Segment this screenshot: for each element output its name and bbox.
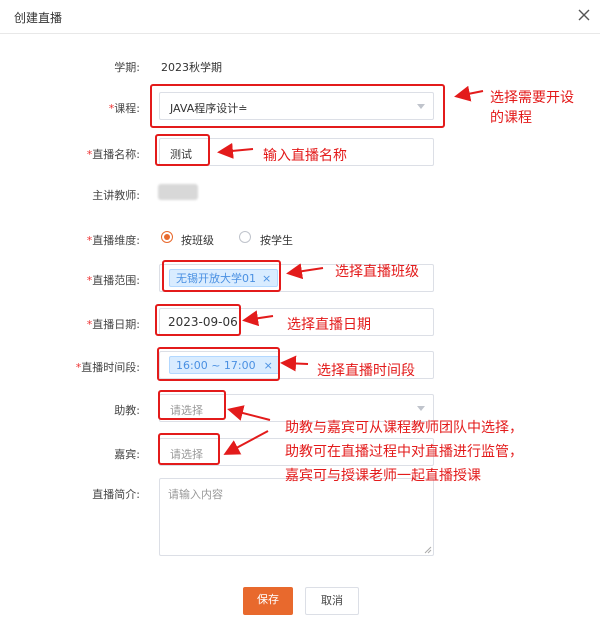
highlight-course [150, 84, 445, 128]
term-label: 学期: [114, 61, 140, 74]
guest-label: 嘉宾: [114, 448, 140, 461]
highlight-name [155, 134, 210, 166]
dialog-title: 创建直播 [14, 11, 63, 25]
annotation-course-1: 选择需要开设 [490, 90, 574, 106]
name-label: *直播名称: [86, 148, 140, 161]
annotation-course-2: 的课程 [490, 110, 532, 126]
arrow-course [454, 85, 484, 102]
radio-by-class-label: 按班级 [181, 234, 214, 247]
highlight-assistant [158, 390, 226, 420]
date-label: *直播日期: [86, 318, 140, 331]
time-label: *直播时间段: [75, 361, 140, 374]
annotation-date: 选择直播日期 [287, 317, 371, 333]
term-value: 2023秋学期 [161, 61, 222, 74]
teacher-label: 主讲教师: [92, 189, 140, 202]
close-icon[interactable] [576, 7, 592, 23]
avatar [158, 184, 198, 200]
highlight-date [155, 304, 241, 336]
highlight-time [157, 347, 280, 381]
dialog-header [0, 0, 600, 34]
highlight-guest [158, 433, 220, 465]
highlight-range [162, 260, 281, 292]
annotation-time: 选择直播时间段 [317, 363, 415, 379]
dimension-label: *直播维度: [86, 234, 140, 247]
range-label: *直播范围: [86, 274, 140, 287]
annotation-name: 输入直播名称 [263, 148, 347, 164]
radio-by-class[interactable] [161, 231, 173, 243]
cancel-button[interactable]: 取消 [305, 587, 359, 615]
annotation-staff-3: 嘉宾可与授课老师一起直播授课 [285, 468, 481, 484]
save-button[interactable]: 保存 [243, 587, 293, 615]
annotation-staff-1: 助教与嘉宾可从课程教师团队中选择， [285, 420, 523, 436]
intro-label: 直播简介: [92, 488, 140, 501]
resize-handle-icon[interactable] [424, 546, 432, 554]
annotation-range: 选择直播班级 [335, 264, 419, 280]
radio-by-student[interactable] [239, 231, 251, 243]
annotation-staff-2: 助教可在直播过程中对直播进行监管， [285, 444, 523, 460]
chevron-down-icon [417, 406, 425, 411]
radio-by-student-label: 按学生 [260, 234, 293, 247]
assistant-label: 助教: [114, 404, 140, 417]
intro-placeholder: 请输入内容 [168, 488, 223, 501]
course-label: *课程: [108, 102, 140, 115]
